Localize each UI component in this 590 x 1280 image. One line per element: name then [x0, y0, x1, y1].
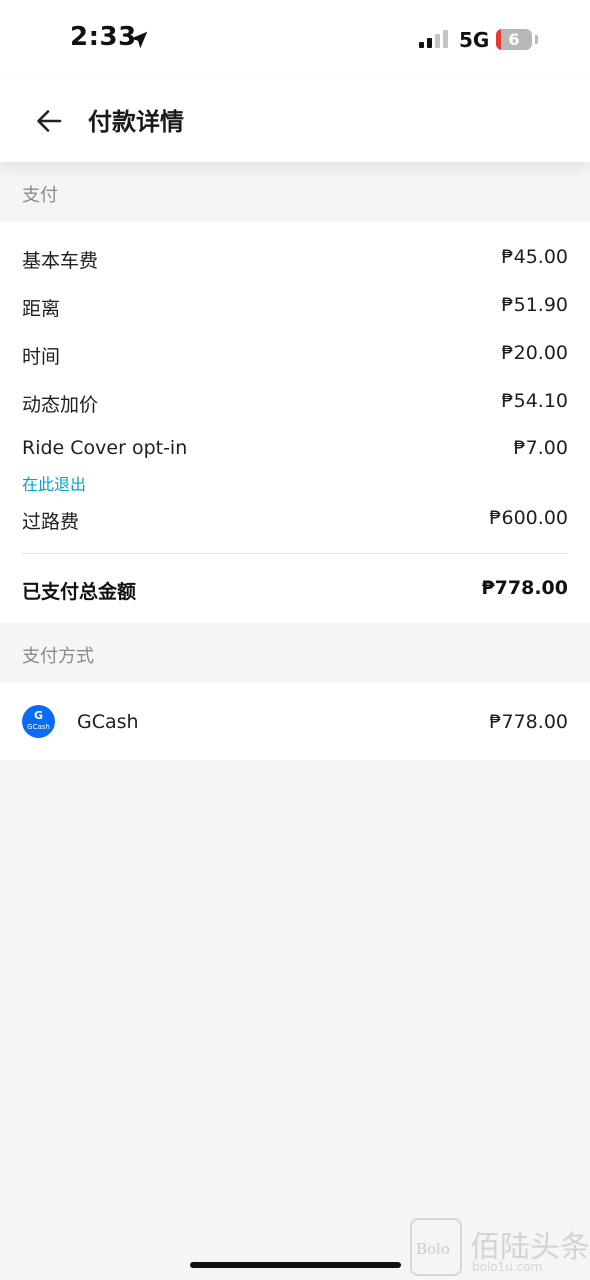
payment-method-name: GCash	[77, 711, 139, 733]
divider	[22, 553, 568, 554]
home-indicator[interactable]	[190, 1262, 401, 1268]
payment-section-label: 支付	[22, 185, 58, 206]
fare-breakdown-card: 基本车费 ₱45.00 距离 ₱51.90 时间 ₱20.00 动态加价 ₱54…	[0, 222, 590, 623]
payment-method-card: G GCash GCash ₱778.00	[0, 683, 590, 760]
fare-label: 过路费	[22, 511, 80, 533]
fare-label: 时间	[22, 346, 61, 368]
status-bar: 2:33 5G 6	[0, 0, 590, 80]
back-arrow-icon[interactable]	[30, 102, 68, 140]
page-header: 付款详情	[0, 80, 590, 162]
fare-row-distance: 距离 ₱51.90	[22, 294, 568, 324]
battery-level: 6	[508, 30, 520, 49]
gcash-icon: G GCash	[22, 705, 55, 738]
watermark-badge-text: Bolo	[416, 1240, 450, 1258]
total-amount: ₱778.00	[481, 577, 568, 599]
fare-label: 动态加价	[22, 394, 99, 416]
fare-amount: ₱7.00	[513, 437, 568, 459]
watermark: Bolo 佰陆头条 bolo1u.com	[410, 1218, 590, 1280]
total-label: 已支付总金额	[22, 581, 137, 603]
signal-bars-icon	[419, 30, 448, 48]
fare-amount: ₱600.00	[489, 507, 568, 529]
fare-amount: ₱51.90	[501, 294, 568, 316]
fare-amount: ₱45.00	[501, 246, 568, 268]
gcash-icon-letter: G	[33, 709, 44, 722]
fare-label: Ride Cover opt-in	[22, 437, 188, 459]
payment-section-header: 支付	[0, 162, 590, 222]
payment-method-amount: ₱778.00	[489, 711, 568, 733]
payment-method-section-header: 支付方式	[0, 623, 590, 683]
fare-amount: ₱20.00	[501, 342, 568, 364]
location-arrow-icon	[130, 31, 148, 49]
status-time: 2:33	[70, 22, 137, 52]
fare-row-ride-cover: Ride Cover opt-in ₱7.00 在此退出	[22, 437, 568, 495]
ride-cover-opt-out-link[interactable]: 在此退出	[22, 471, 86, 495]
watermark-sub: bolo1u.com	[472, 1260, 543, 1274]
fare-amount: ₱54.10	[501, 390, 568, 412]
page-title: 付款详情	[88, 108, 184, 136]
fare-row-surge: 动态加价 ₱54.10	[22, 390, 568, 420]
fare-row-toll: 过路费 ₱600.00	[22, 507, 568, 537]
fare-row-base: 基本车费 ₱45.00	[22, 246, 568, 276]
payment-method-section-label: 支付方式	[22, 646, 94, 667]
fare-row-time: 时间 ₱20.00	[22, 342, 568, 372]
network-type: 5G	[459, 28, 490, 52]
battery-icon: 6	[496, 29, 532, 50]
battery-cap	[535, 35, 538, 44]
gcash-icon-caption: GCash	[27, 723, 50, 731]
fare-label: 基本车费	[22, 250, 99, 272]
total-paid-row: 已支付总金额 ₱778.00	[22, 577, 568, 607]
fare-label: 距离	[22, 298, 61, 320]
